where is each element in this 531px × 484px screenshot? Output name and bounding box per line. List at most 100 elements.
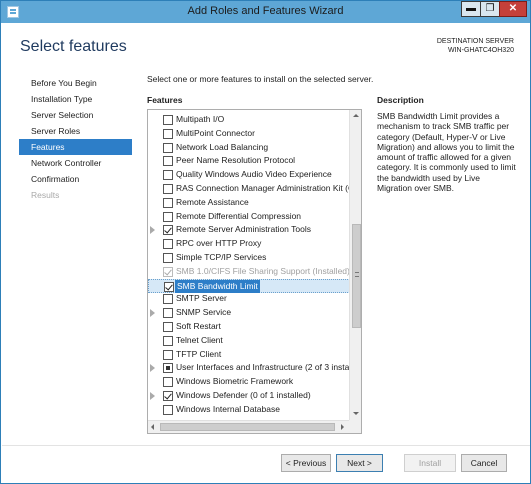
destination-label: DESTINATION SERVER bbox=[436, 38, 514, 45]
description-heading: Description bbox=[377, 95, 424, 105]
vertical-scroll-thumb[interactable] bbox=[352, 224, 361, 328]
feature-row[interactable]: Telnet Client bbox=[148, 334, 350, 348]
nav-item-confirmation[interactable]: Confirmation bbox=[19, 171, 132, 187]
scroll-right-icon[interactable] bbox=[341, 424, 344, 430]
feature-label: Windows Biometric Framework bbox=[176, 376, 294, 387]
nav-item-features[interactable]: Features bbox=[19, 139, 132, 155]
install-button[interactable]: Install bbox=[404, 454, 456, 472]
feature-row[interactable]: TFTP Client bbox=[148, 348, 350, 362]
feature-row[interactable]: SMB 1.0/CIFS File Sharing Support (Insta… bbox=[148, 265, 350, 279]
wizard-steps-nav: Before You Begin Installation Type Server … bbox=[19, 75, 132, 203]
feature-checkbox[interactable] bbox=[163, 128, 173, 139]
feature-row[interactable]: Remote Differential Compression bbox=[148, 210, 350, 224]
feature-checkbox[interactable] bbox=[163, 239, 173, 250]
feature-row[interactable]: Remote Assistance bbox=[148, 196, 350, 210]
scroll-down-icon[interactable] bbox=[353, 412, 359, 415]
scroll-left-icon[interactable] bbox=[151, 424, 154, 430]
feature-label: Remote Server Administration Tools bbox=[176, 224, 311, 235]
feature-checkbox[interactable] bbox=[163, 170, 173, 181]
expand-arrow-icon[interactable] bbox=[150, 364, 155, 373]
feature-checkbox[interactable] bbox=[163, 349, 173, 360]
feature-label: User Interfaces and Infrastructure (2 of… bbox=[176, 362, 362, 373]
destination-server: DESTINATION SERVER WIN-GHATC4OH320 bbox=[437, 37, 514, 55]
nav-item-server-selection[interactable]: Server Selection bbox=[19, 107, 132, 123]
feature-row[interactable]: Windows Biometric Framework bbox=[148, 375, 350, 389]
vertical-scrollbar[interactable] bbox=[349, 110, 361, 420]
feature-checkbox[interactable] bbox=[163, 335, 173, 346]
features-tree[interactable]: Windows Internal Database Windows Defende… bbox=[147, 109, 362, 434]
horizontal-scrollbar[interactable] bbox=[148, 420, 349, 433]
feature-label: Soft Restart bbox=[176, 321, 221, 331]
feature-checkbox[interactable] bbox=[163, 115, 173, 125]
nav-item-network-controller[interactable]: Network Controller bbox=[19, 155, 132, 171]
feature-label: Remote Differential Compression bbox=[176, 210, 302, 221]
feature-row[interactable]: Network Load Balancing bbox=[148, 141, 350, 155]
feature-checkbox[interactable] bbox=[163, 142, 173, 153]
feature-checkbox[interactable] bbox=[163, 377, 173, 388]
feature-checkbox[interactable] bbox=[163, 308, 173, 319]
expand-arrow-icon[interactable] bbox=[150, 392, 155, 400]
wizard-header: Select features DESTINATION SERVER WIN-G… bbox=[2, 23, 530, 69]
feature-checkbox[interactable] bbox=[163, 391, 173, 401]
feature-checkbox[interactable] bbox=[164, 281, 174, 292]
instruction-text: Select one or more features to install o… bbox=[147, 74, 374, 84]
scroll-up-icon[interactable] bbox=[353, 114, 359, 117]
nav-item-server-roles[interactable]: Server Roles bbox=[19, 123, 132, 139]
feature-checkbox[interactable] bbox=[163, 363, 173, 374]
feature-row[interactable]: SMB Bandwidth Limit bbox=[148, 278, 350, 293]
feature-row[interactable]: Simple TCP/IP Services bbox=[148, 251, 350, 265]
feature-label: SMTP Server bbox=[176, 293, 227, 304]
feature-row[interactable]: Peer Name Resolution Protocol bbox=[148, 154, 350, 168]
feature-checkbox[interactable] bbox=[163, 156, 173, 167]
expand-arrow-icon[interactable] bbox=[150, 226, 155, 235]
feature-checkbox[interactable] bbox=[163, 322, 173, 332]
previous-button[interactable]: < Previous bbox=[281, 454, 331, 472]
expand-arrow-icon[interactable] bbox=[150, 309, 155, 318]
feature-checkbox[interactable] bbox=[163, 211, 173, 222]
feature-row[interactable]: SMTP Server bbox=[148, 292, 350, 306]
feature-label: SMB 1.0/CIFS File Sharing Support (Insta… bbox=[176, 265, 350, 276]
feature-label: SNMP Service bbox=[176, 307, 232, 318]
footer-divider bbox=[2, 445, 530, 446]
feature-row[interactable]: Multipath I/O bbox=[148, 113, 350, 127]
features-heading: Features bbox=[147, 95, 183, 105]
scroll-corner bbox=[349, 420, 361, 433]
feature-row[interactable]: MultiPoint Connector bbox=[148, 127, 350, 141]
feature-checkbox[interactable] bbox=[163, 404, 173, 415]
grip-icon bbox=[355, 272, 359, 277]
feature-row[interactable]: Windows Internal Database bbox=[148, 403, 350, 417]
feature-checkbox[interactable] bbox=[163, 294, 173, 305]
feature-row[interactable]: RAS Connection Manager Administration Ki… bbox=[148, 182, 361, 196]
next-button[interactable]: Next > bbox=[336, 454, 383, 472]
feature-row[interactable]: SNMP Service bbox=[148, 306, 350, 320]
feature-checkbox bbox=[163, 266, 173, 277]
feature-row[interactable]: Windows Defender (0 of 1 installed) bbox=[148, 389, 350, 403]
feature-checkbox[interactable] bbox=[163, 184, 173, 194]
feature-label: SMB Bandwidth Limit bbox=[175, 279, 260, 293]
window-title: Add Roles and Features Wizard bbox=[187, 5, 344, 17]
feature-checkbox[interactable] bbox=[163, 225, 173, 236]
feature-row[interactable]: Soft Restart bbox=[148, 320, 350, 334]
feature-label: Simple TCP/IP Services bbox=[176, 252, 267, 262]
horizontal-scroll-thumb[interactable] bbox=[160, 423, 335, 431]
nav-item-installation-type[interactable]: Installation Type bbox=[19, 91, 132, 107]
cancel-button[interactable]: Cancel bbox=[461, 454, 507, 472]
feature-label: RPC over HTTP Proxy bbox=[176, 238, 262, 249]
feature-row[interactable]: Remote Server Administration Tools bbox=[148, 223, 350, 237]
nav-item-results: Results bbox=[31, 190, 60, 200]
feature-row[interactable]: Quality Windows Audio Video Experience bbox=[148, 168, 350, 182]
feature-row[interactable]: User Interfaces and Infrastructure (2 of… bbox=[148, 361, 361, 375]
feature-label: Network Load Balancing bbox=[176, 141, 269, 152]
feature-checkbox[interactable] bbox=[163, 253, 173, 263]
wizard-window: Add Roles and Features Wizard ▬ ❐ ✕ Sele… bbox=[0, 0, 531, 484]
nav-item-before-you-begin[interactable]: Before You Begin bbox=[19, 75, 132, 91]
maximize-button[interactable]: ❐ bbox=[480, 1, 500, 17]
feature-checkbox[interactable] bbox=[163, 197, 173, 208]
feature-label: MultiPoint Connector bbox=[176, 127, 255, 138]
feature-label: Windows Defender (0 of 1 installed) bbox=[176, 390, 311, 400]
description-text: SMB Bandwidth Limit provides a mechanism… bbox=[377, 111, 516, 194]
minimize-button[interactable]: ▬ bbox=[461, 1, 481, 17]
title-bar[interactable]: Add Roles and Features Wizard ▬ ❐ ✕ bbox=[1, 1, 530, 23]
feature-row[interactable]: RPC over HTTP Proxy bbox=[148, 237, 350, 251]
close-button[interactable]: ✕ bbox=[499, 1, 527, 17]
